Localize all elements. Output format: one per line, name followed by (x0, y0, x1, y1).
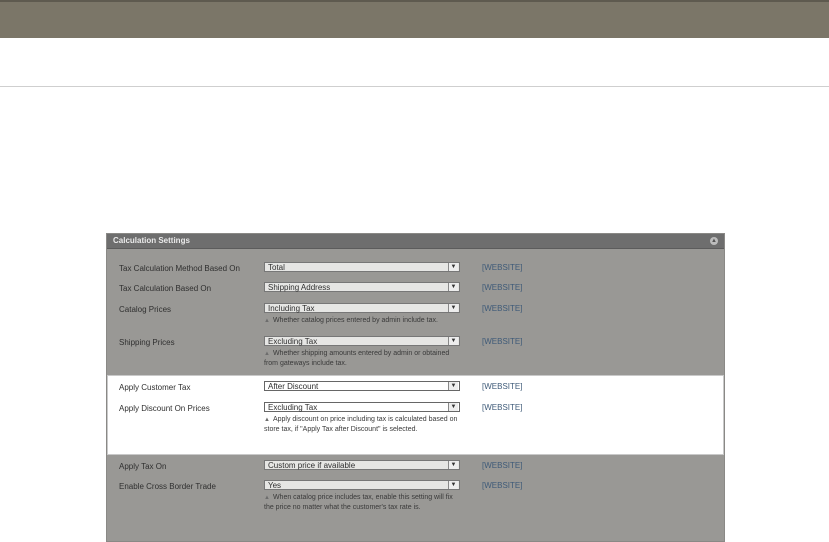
shipping-prices-select[interactable]: Excluding Tax ▼ (264, 336, 460, 346)
select-value: Including Tax (268, 304, 315, 313)
chevron-down-icon[interactable]: ▼ (448, 263, 458, 271)
scope-label: [WEBSITE] (482, 337, 523, 346)
setting-label: Tax Calculation Method Based On (119, 264, 240, 273)
setting-label: Tax Calculation Based On (119, 284, 212, 293)
select-value: Custom price if available (268, 461, 356, 470)
enable-cross-border-trade-select[interactable]: Yes ▼ (264, 480, 460, 490)
hint-arrow-icon: ▲ (264, 351, 270, 357)
tax-calculation-based-on-select[interactable]: Shipping Address ▼ (264, 282, 460, 292)
top-bar-edge (0, 0, 829, 2)
hint-text: Whether catalog prices entered by admin … (272, 317, 438, 324)
setting-label: Apply Customer Tax (119, 383, 191, 392)
select-value: Yes (268, 481, 282, 490)
tax-calculation-method-select[interactable]: Total ▼ (264, 262, 460, 272)
scope-label: [WEBSITE] (482, 382, 523, 391)
select-value: After Discount (268, 382, 319, 391)
setting-label: Enable Cross Border Trade (119, 482, 216, 491)
hint-arrow-icon: ▲ (264, 417, 270, 423)
hint-text: Apply discount on price including tax is… (264, 416, 458, 433)
chevron-down-icon[interactable]: ▼ (448, 461, 458, 469)
scope-label: [WEBSITE] (482, 403, 523, 412)
hint-arrow-icon: ▲ (264, 495, 270, 501)
hint-arrow-icon: ▲ (264, 318, 270, 324)
cross-border-trade-hint: ▲ When catalog price includes tax, enable… (264, 493, 464, 513)
apply-discount-on-prices-select[interactable]: Excluding Tax ▼ (264, 402, 460, 412)
select-value: Excluding Tax (268, 403, 318, 412)
scope-label: [WEBSITE] (482, 263, 523, 272)
shipping-prices-hint: ▲ Whether shipping amounts entered by adm… (264, 349, 464, 369)
panel-title: Calculation Settings (113, 236, 190, 245)
header-divider (0, 86, 829, 87)
setting-label: Apply Tax On (119, 462, 167, 471)
setting-label: Apply Discount On Prices (119, 404, 210, 413)
hint-text: When catalog price includes tax, enable … (264, 494, 453, 511)
scope-label: [WEBSITE] (482, 283, 523, 292)
hint-text: Whether shipping amounts entered by admi… (264, 350, 450, 367)
scope-label: [WEBSITE] (482, 304, 523, 313)
scope-label: [WEBSITE] (482, 461, 523, 470)
select-value: Shipping Address (268, 283, 331, 292)
setting-label: Catalog Prices (119, 305, 172, 314)
select-value: Total (268, 263, 285, 272)
admin-top-bar (0, 0, 829, 38)
chevron-down-icon[interactable]: ▼ (448, 283, 458, 291)
select-value: Excluding Tax (268, 337, 318, 346)
chevron-down-icon[interactable]: ▼ (448, 403, 458, 411)
setting-label: Shipping Prices (119, 338, 175, 347)
scope-label: [WEBSITE] (482, 481, 523, 490)
chevron-down-icon[interactable]: ▼ (448, 481, 458, 489)
chevron-down-icon[interactable]: ▼ (448, 382, 458, 390)
apply-customer-tax-select[interactable]: After Discount ▼ (264, 381, 460, 391)
apply-tax-on-select[interactable]: Custom price if available ▼ (264, 460, 460, 470)
catalog-prices-select[interactable]: Including Tax ▼ (264, 303, 460, 313)
calculation-settings-panel: Calculation Settings ▲ Tax Calculation M… (106, 233, 725, 542)
chevron-down-icon[interactable]: ▼ (448, 337, 458, 345)
collapse-icon[interactable]: ▲ (710, 237, 718, 245)
catalog-prices-hint: ▲ Whether catalog prices entered by admin… (264, 316, 464, 326)
panel-header[interactable]: Calculation Settings ▲ (107, 234, 724, 249)
apply-discount-hint: ▲ Apply discount on price including tax i… (264, 415, 464, 435)
chevron-down-icon[interactable]: ▼ (448, 304, 458, 312)
